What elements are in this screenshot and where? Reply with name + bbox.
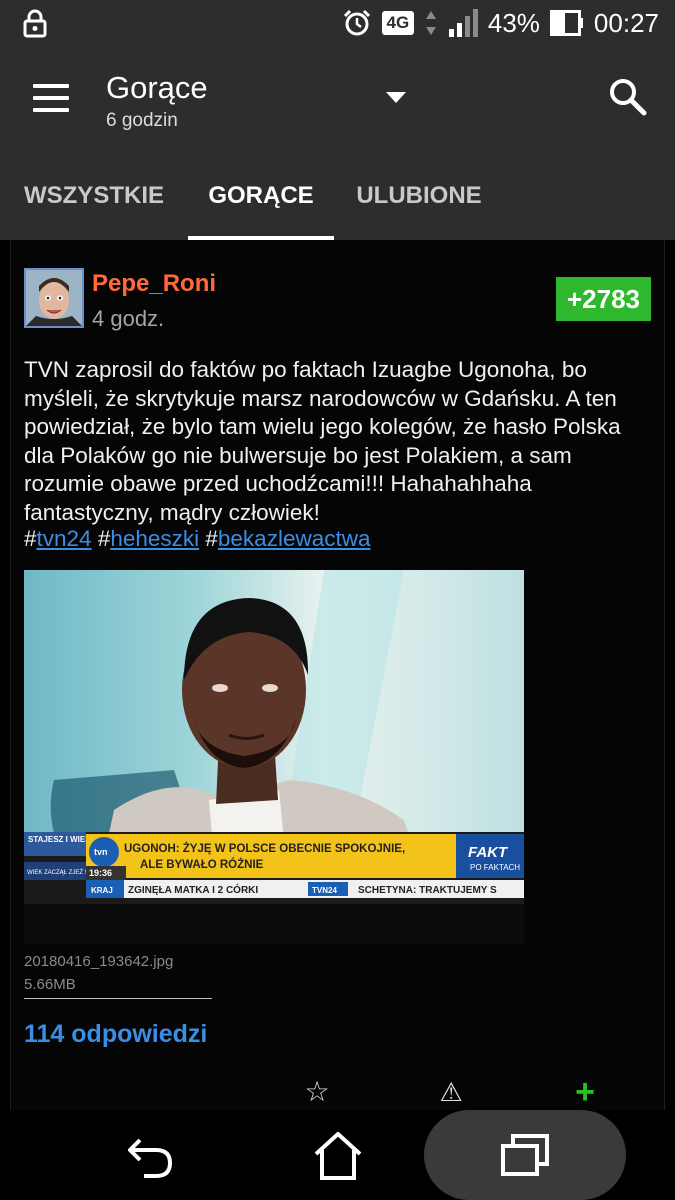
- clock: 00:27: [593, 7, 659, 38]
- svg-text:tvn: tvn: [94, 847, 108, 857]
- tab-gorace[interactable]: GORĄCE: [188, 152, 334, 240]
- attachment-filesize: 5.66MB: [24, 976, 76, 993]
- warning-icon[interactable]: ⚠: [434, 1075, 468, 1109]
- app-bar: Gorące 6 godzin: [0, 46, 675, 152]
- tv-ticker-1: ZGINĘŁA MATKA I 2 CÓRKI: [128, 883, 258, 896]
- page-title[interactable]: Gorące: [106, 70, 208, 106]
- tab-bar: WSZYSTKIE GORĄCE ULUBIONE: [0, 152, 675, 240]
- status-bar: 4G 43% 00:27: [0, 0, 675, 46]
- tv-left-top-text: STAJESZ I WIESZ: [28, 835, 96, 844]
- tv-ticker-2: SCHETYNA: TRAKTUJEMY S: [358, 885, 497, 896]
- replies-link[interactable]: 114 odpowiedzi: [24, 1020, 207, 1049]
- tv-clock: 19:36: [89, 868, 112, 878]
- chevron-down-icon[interactable]: [386, 92, 406, 103]
- tv-show-sub: PO FAKTACH: [470, 863, 520, 872]
- tv-ticker-brand: TVN24: [312, 886, 337, 895]
- divider: [24, 998, 212, 999]
- tag-link[interactable]: bekazlewactwa: [218, 526, 371, 551]
- home-icon[interactable]: [310, 1128, 366, 1184]
- tag-link[interactable]: heheszki: [110, 526, 199, 551]
- post-username[interactable]: Pepe_Roni: [92, 270, 216, 298]
- alarm-icon: [343, 9, 370, 36]
- tab-wszystkie[interactable]: WSZYSTKIE: [16, 152, 172, 240]
- tv-show-logo: FAKT: [468, 844, 509, 861]
- tag-link[interactable]: tvn24: [37, 526, 92, 551]
- star-icon[interactable]: ☆: [300, 1075, 334, 1109]
- post-tags: #tvn24 #heheszki #bekazlewactwa: [24, 526, 371, 551]
- post-image[interactable]: STAJESZ I WIESZ WIEK ZACZĄŁ ZJEŹ SŁOŃCE …: [24, 570, 524, 944]
- menu-icon-bar: [33, 96, 69, 100]
- menu-icon: [33, 84, 69, 88]
- menu-button[interactable]: [33, 84, 71, 114]
- battery-percent: 43%: [487, 7, 540, 38]
- plus-icon[interactable]: +: [568, 1075, 602, 1109]
- data-arrows-icon: [425, 11, 436, 35]
- menu-icon-bar: [33, 108, 69, 112]
- tv-headline-2: ALE BYWAŁO RÓŻNIE: [140, 858, 264, 871]
- post-time: 4 godz.: [92, 306, 165, 331]
- network-type-badge: 4G: [381, 11, 414, 35]
- recents-icon[interactable]: [497, 1128, 553, 1184]
- post-body: TVN zaprosil do faktów po faktach Izuagb…: [24, 357, 621, 525]
- lock-icon: [23, 9, 47, 38]
- system-nav-bar: [0, 1110, 675, 1200]
- avatar[interactable]: [24, 268, 84, 328]
- page-subtitle[interactable]: 6 godzin: [106, 110, 178, 132]
- attachment-filename[interactable]: 20180416_193642.jpg: [24, 953, 173, 970]
- battery-icon: [549, 10, 583, 36]
- tv-screen-photo: STAJESZ I WIESZ WIEK ZACZĄŁ ZJEŹ SŁOŃCE …: [24, 570, 524, 944]
- search-icon[interactable]: [607, 76, 649, 118]
- tv-headline-1: UGONOH: ŻYJĘ W POLSCE OBECNIE SPOKOJNIE,: [124, 842, 405, 855]
- back-icon[interactable]: [122, 1128, 178, 1184]
- tab-ulubione[interactable]: ULUBIONE: [350, 152, 488, 240]
- score-badge: +2783: [556, 277, 651, 321]
- tv-ticker-tag: KRAJ: [91, 886, 113, 895]
- signal-icon: [448, 9, 478, 37]
- avatar-image: [26, 270, 82, 326]
